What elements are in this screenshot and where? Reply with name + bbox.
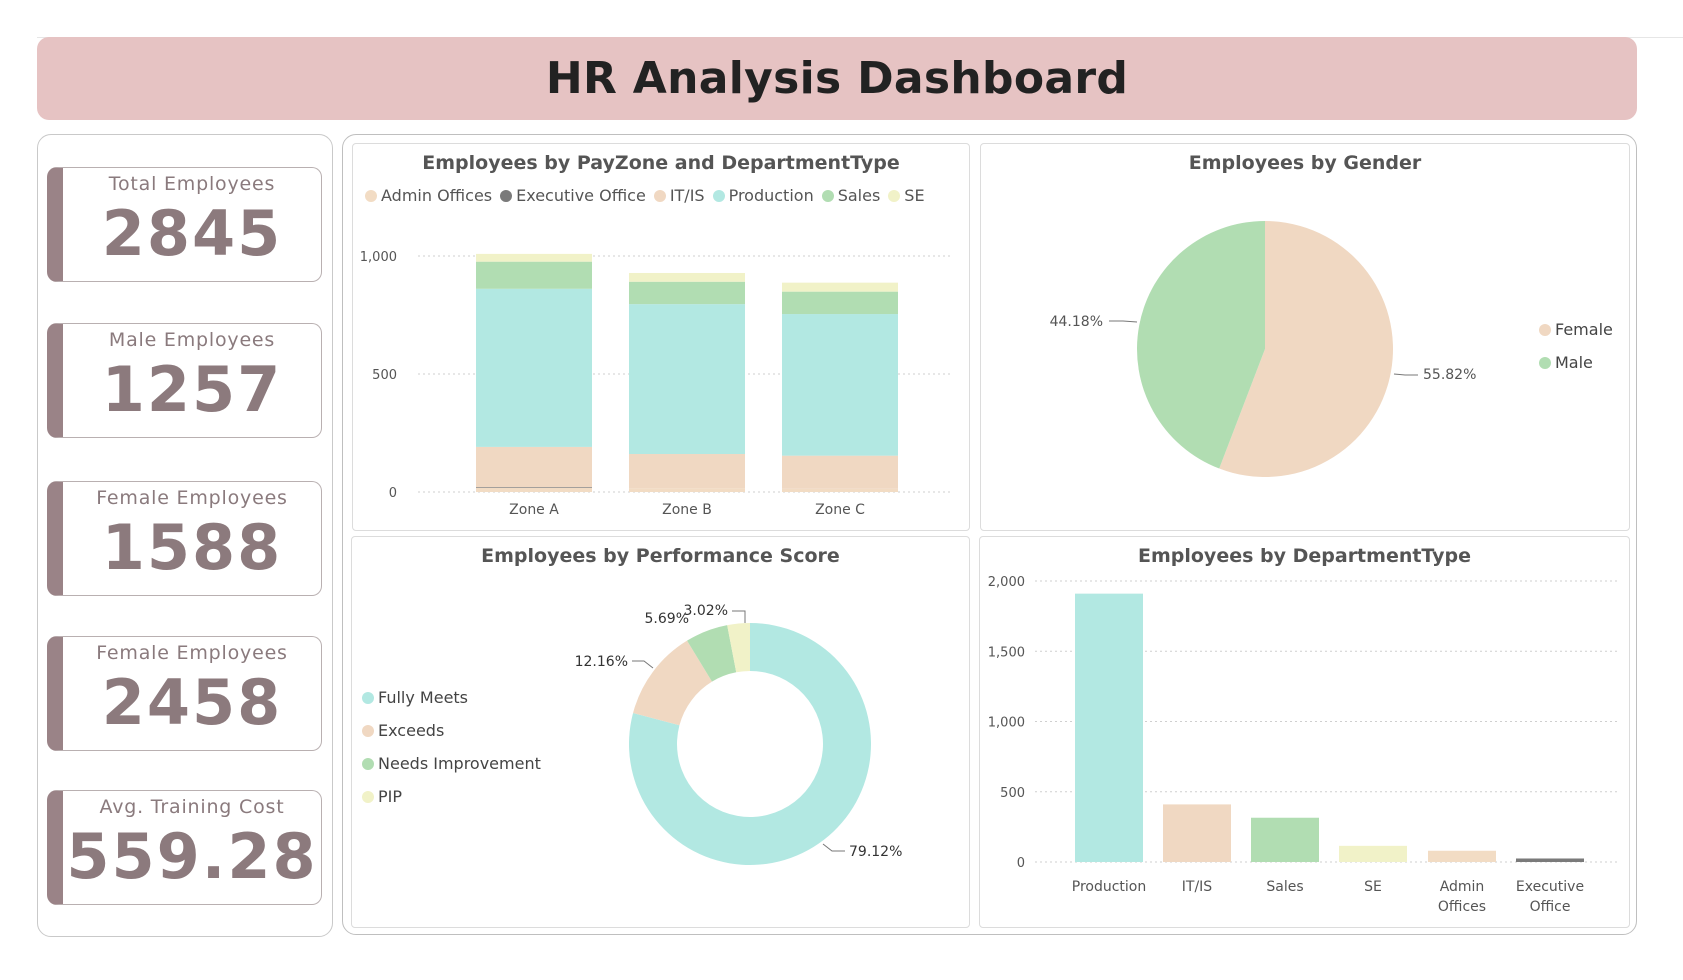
bar-sales — [1251, 817, 1319, 862]
legend-dot — [362, 790, 374, 803]
legend-item-male[interactable]: Male — [1539, 353, 1613, 372]
bar-segment-production — [782, 314, 898, 456]
bar-segment-sales — [476, 261, 592, 289]
kpi-value: 559.28 — [66, 820, 318, 893]
kpi-label: Female Employees — [96, 487, 288, 509]
bar-segment-admin-offices — [782, 488, 898, 492]
kpi-value: 2458 — [101, 666, 283, 739]
legend-item-female[interactable]: Female — [1539, 320, 1613, 339]
bar-segment-admin-offices — [629, 488, 745, 492]
kpi-label: Avg. Training Cost — [99, 796, 285, 818]
kpi-panel: Total Employees 2845 Male Employees 1257… — [37, 134, 333, 937]
legend-dot — [1539, 356, 1551, 369]
legend-label: Needs Improvement — [378, 754, 541, 773]
bar-segment-executive-office — [476, 487, 592, 488]
kpi-label: Total Employees — [108, 173, 276, 195]
bar-segment-se — [476, 253, 592, 262]
bar-segment-it-is — [476, 446, 592, 488]
department-bar-chart: 0 500 1,000 1,500 2,000 Production IT/IS Sales S… — [988, 575, 1620, 915]
payzone-chart-card: Employees by PayZone and DepartmentType … — [352, 143, 970, 531]
x-tick-label: Office — [1530, 899, 1571, 915]
performance-legend: Fully Meets Exceeds Needs Improvement PI… — [362, 688, 541, 820]
donut-label-pip: 3.02% — [684, 603, 728, 619]
leader-line — [732, 610, 746, 623]
dashboard-header: HR Analysis Dashboard — [37, 37, 1637, 120]
bar-se — [1339, 845, 1407, 862]
kpi-value: 1588 — [101, 511, 283, 584]
kpi-card-avg-training-cost: Avg. Training Cost 559.28 — [47, 790, 322, 905]
y-tick-label: 0 — [389, 486, 397, 501]
y-tick-label: 1,000 — [360, 250, 397, 265]
x-tick-label: Admin — [1440, 879, 1485, 895]
bar-production — [1075, 593, 1143, 862]
legend-item-fully-meets[interactable]: Fully Meets — [362, 688, 541, 707]
gender-chart-card: Employees by Gender 55.82% 44.18% Female … — [980, 143, 1630, 531]
kpi-card-female-employees: Female Employees 1588 — [47, 481, 322, 596]
kpi-card-male-employees: Male Employees 1257 — [47, 323, 322, 438]
leader-line — [1393, 373, 1418, 376]
kpi-card-female-employees-2: Female Employees 2458 — [47, 636, 322, 751]
gender-legend: Female Male — [1539, 320, 1613, 386]
legend-label: Female — [1555, 320, 1613, 339]
donut-label-needs-improvement: 5.69% — [645, 611, 689, 627]
x-tick-label: IT/IS — [1182, 879, 1213, 895]
bar-segment-se — [629, 272, 745, 282]
y-tick-label: 1,000 — [988, 716, 1025, 731]
x-tick-label: Executive — [1516, 879, 1584, 895]
payzone-stacked-bar-chart: 0 500 1,000 Zone A Zone B Zone C — [360, 250, 953, 518]
x-tick-label: Production — [1072, 879, 1146, 895]
legend-dot — [362, 691, 374, 704]
legend-label: Fully Meets — [378, 688, 469, 707]
pie-label-female: 55.82% — [1423, 367, 1476, 383]
leader-line — [822, 843, 845, 852]
y-tick-label: 2,000 — [988, 575, 1025, 590]
x-tick-label: Zone C — [815, 502, 865, 518]
bar-admin-offices — [1428, 850, 1496, 862]
legend-dot — [1539, 323, 1551, 336]
pie-label-male: 44.18% — [1050, 314, 1103, 330]
x-tick-label: SE — [1364, 879, 1382, 895]
kpi-value: 1257 — [101, 353, 283, 426]
legend-label: Exceeds — [378, 721, 445, 740]
leader-line — [632, 660, 654, 669]
legend-label: PIP — [378, 787, 403, 806]
legend-dot — [362, 757, 374, 770]
y-tick-label: 1,500 — [988, 645, 1025, 660]
bar-segment-it-is — [782, 455, 898, 489]
legend-item-pip[interactable]: PIP — [362, 787, 541, 806]
charts-panel: Employees by PayZone and DepartmentType … — [342, 134, 1637, 935]
performance-chart-card: Employees by Performance Score 79.12% 12.… — [351, 536, 970, 928]
bar-segment-sales — [629, 281, 745, 305]
legend-dot — [362, 724, 374, 737]
legend-item-needs-improvement[interactable]: Needs Improvement — [362, 754, 541, 773]
bar-segment-production — [629, 304, 745, 455]
bar-it-is — [1163, 804, 1231, 862]
kpi-card-total-employees: Total Employees 2845 — [47, 167, 322, 282]
x-tick-label: Sales — [1266, 879, 1303, 895]
page-title: HR Analysis Dashboard — [545, 53, 1129, 104]
bar-segment-production — [476, 288, 592, 447]
donut-label-exceeds: 12.16% — [575, 654, 628, 670]
bar-segment-sales — [782, 291, 898, 315]
bar-executive-office — [1516, 858, 1584, 862]
department-chart-card: Employees by DepartmentType 0 500 1,000 1,5… — [979, 536, 1630, 928]
donut-label-fully-meets: 79.12% — [849, 844, 902, 860]
kpi-value: 2845 — [101, 197, 283, 270]
x-tick-label: Offices — [1438, 899, 1486, 915]
bar-segment-it-is — [629, 454, 745, 489]
bar-segment-se — [782, 282, 898, 292]
legend-label: Male — [1555, 353, 1593, 372]
leader-line — [1109, 320, 1138, 323]
legend-item-exceeds[interactable]: Exceeds — [362, 721, 541, 740]
y-tick-label: 500 — [372, 368, 397, 383]
kpi-label: Male Employees — [108, 329, 276, 351]
bar-segment-admin-offices — [476, 487, 592, 492]
gender-pie-chart: 55.82% 44.18% — [1050, 221, 1476, 477]
x-tick-label: Zone A — [509, 502, 559, 518]
x-tick-label: Zone B — [662, 502, 712, 518]
kpi-label: Female Employees — [96, 642, 288, 664]
y-tick-label: 500 — [1000, 786, 1025, 801]
y-tick-label: 0 — [1017, 856, 1025, 871]
